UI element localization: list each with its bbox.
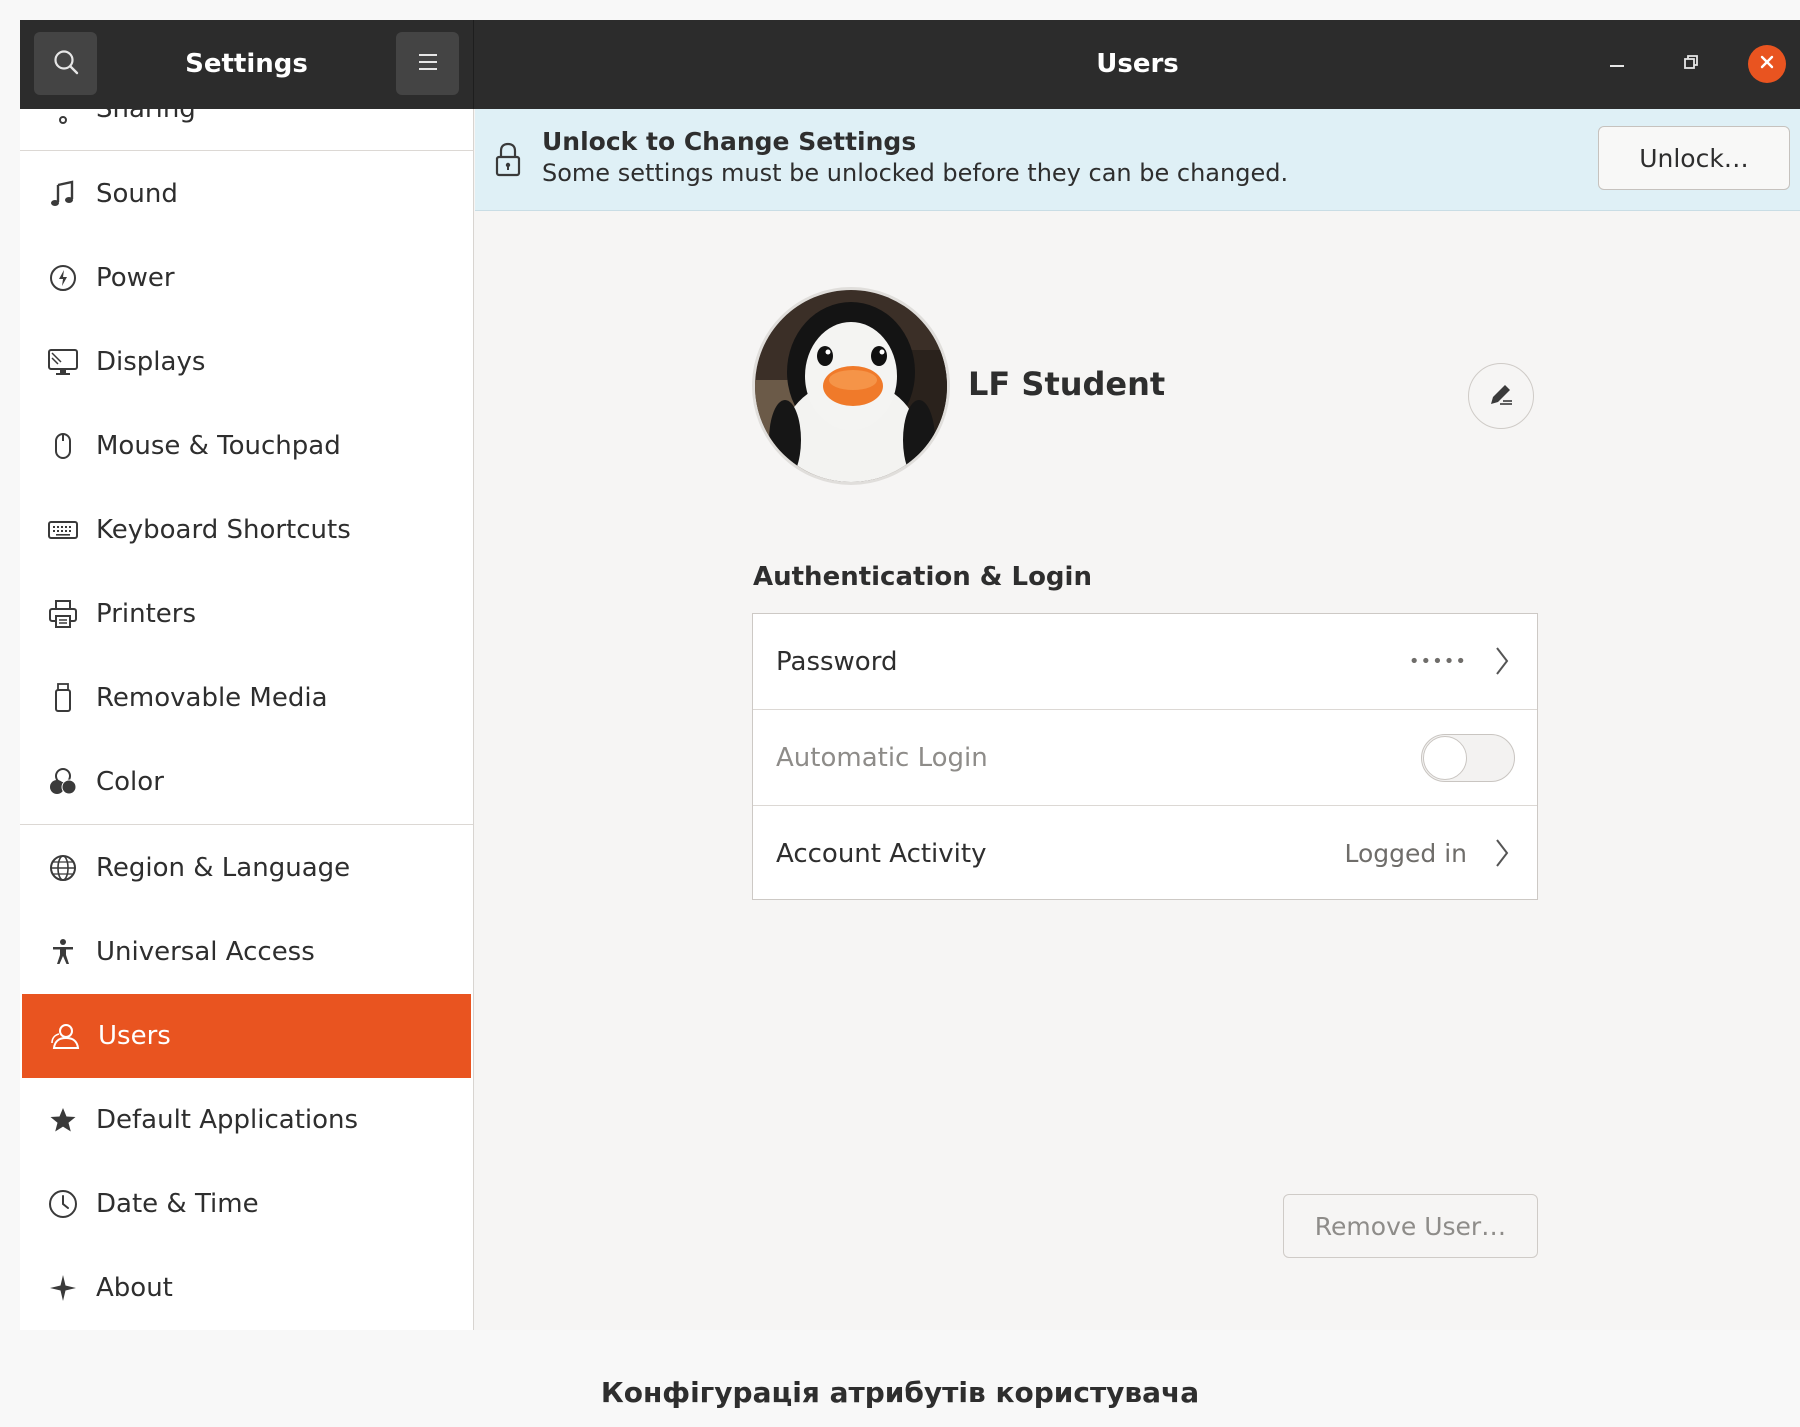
toggle-knob	[1423, 736, 1467, 780]
account-activity-row[interactable]: Account Activity Logged in	[753, 806, 1537, 901]
edit-name-button[interactable]	[1468, 363, 1534, 429]
sidebar-item-label: Displays	[96, 347, 206, 377]
usb-drive-icon	[42, 677, 84, 719]
infobar-title: Unlock to Change Settings	[542, 127, 917, 156]
sidebar-item-date-time[interactable]: Date & Time	[20, 1162, 473, 1246]
auth-section-heading: Authentication & Login	[753, 562, 1092, 592]
sidebar-item-label: About	[96, 1273, 173, 1303]
sidebar-item-label: Power	[96, 263, 175, 293]
power-icon	[42, 257, 84, 299]
pencil-icon	[1486, 379, 1516, 413]
sparkle-icon	[42, 1267, 84, 1309]
display-icon	[42, 341, 84, 383]
chevron-right-icon	[1493, 644, 1511, 678]
search-icon	[52, 48, 80, 80]
sidebar: Sharing Sound Power Displays Mouse & Tou…	[20, 109, 474, 1330]
sidebar-header: Settings	[20, 20, 474, 109]
restore-icon	[1681, 52, 1701, 76]
sidebar-item-label: Color	[96, 767, 164, 797]
share-icon	[42, 109, 84, 130]
sidebar-item-label: Mouse & Touchpad	[96, 431, 341, 461]
penguin-avatar-icon	[755, 290, 947, 482]
sidebar-title: Settings	[185, 49, 308, 79]
sidebar-item-printers[interactable]: Printers	[20, 572, 473, 656]
sidebar-item-mouse-touchpad[interactable]: Mouse & Touchpad	[20, 404, 473, 488]
sidebar-divider	[20, 150, 473, 151]
password-label: Password	[776, 646, 898, 677]
sidebar-item-label: Printers	[96, 599, 197, 629]
sidebar-item-sharing[interactable]: Sharing	[20, 109, 473, 151]
search-button[interactable]	[34, 32, 97, 95]
sidebar-item-about[interactable]: About	[20, 1246, 473, 1330]
infobar-subtitle: Some settings must be unlocked before th…	[542, 159, 1289, 187]
sidebar-item-label: Default Applications	[96, 1105, 359, 1135]
sidebar-item-keyboard-shortcuts[interactable]: Keyboard Shortcuts	[20, 488, 473, 572]
remove-user-button[interactable]: Remove User…	[1283, 1194, 1538, 1258]
sidebar-item-users[interactable]: Users	[22, 994, 471, 1078]
keyboard-icon	[42, 509, 84, 551]
header-bar: Settings Users	[20, 20, 1800, 109]
lock-icon	[493, 141, 523, 179]
figure-caption: Конфігурація атрибутів користувача	[600, 1376, 1200, 1409]
avatar[interactable]	[752, 287, 950, 485]
mouse-icon	[42, 425, 84, 467]
automatic-login-row: Automatic Login	[753, 710, 1537, 805]
printer-icon	[42, 593, 84, 635]
sidebar-item-color[interactable]: Color	[20, 740, 473, 824]
sidebar-item-universal-access[interactable]: Universal Access	[20, 910, 473, 994]
sidebar-item-power[interactable]: Power	[20, 236, 473, 320]
user-name: LF Student	[968, 365, 1166, 403]
minimize-icon	[1607, 52, 1627, 76]
hamburger-icon	[416, 52, 440, 76]
sidebar-item-label: Universal Access	[96, 937, 315, 967]
unlock-infobar: Unlock to Change Settings Some settings …	[475, 109, 1800, 211]
sidebar-item-label: Sharing	[96, 109, 196, 124]
sidebar-item-label: Region & Language	[96, 853, 351, 883]
automatic-login-label: Automatic Login	[776, 742, 988, 773]
sidebar-item-label: Sound	[96, 179, 178, 209]
sidebar-item-region-language[interactable]: Region & Language	[20, 826, 473, 910]
user-icon	[44, 1015, 86, 1057]
sidebar-item-removable-media[interactable]: Removable Media	[20, 656, 473, 740]
sidebar-item-sound[interactable]: Sound	[20, 152, 473, 236]
chevron-right-icon	[1493, 836, 1511, 870]
password-row[interactable]: Password •••••	[753, 614, 1537, 709]
music-note-icon	[42, 173, 84, 215]
settings-window: Settings Users Sharing Sound Power Displ…	[20, 20, 1800, 1330]
minimize-button[interactable]	[1598, 45, 1636, 83]
sidebar-divider	[20, 824, 473, 825]
auth-list: Password ••••• Automatic Login Account A…	[752, 613, 1538, 900]
sidebar-item-default-applications[interactable]: Default Applications	[20, 1078, 473, 1162]
unlock-button[interactable]: Unlock…	[1598, 126, 1790, 190]
clock-icon	[42, 1183, 84, 1225]
password-value: •••••	[1408, 651, 1467, 672]
automatic-login-toggle[interactable]	[1421, 734, 1515, 782]
close-icon	[1757, 52, 1777, 76]
sidebar-item-label: Removable Media	[96, 683, 328, 713]
account-activity-label: Account Activity	[776, 838, 987, 869]
globe-icon	[42, 847, 84, 889]
sidebar-item-displays[interactable]: Displays	[20, 320, 473, 404]
sidebar-item-label: Date & Time	[96, 1189, 259, 1219]
sidebar-item-label: Keyboard Shortcuts	[96, 515, 351, 545]
color-icon	[42, 761, 84, 803]
sidebar-item-label: Users	[98, 1021, 171, 1051]
menu-button[interactable]	[396, 32, 459, 95]
account-activity-value: Logged in	[1344, 839, 1467, 868]
star-icon	[42, 1099, 84, 1141]
accessibility-icon	[42, 931, 84, 973]
close-button[interactable]	[1748, 45, 1786, 83]
restore-button[interactable]	[1672, 45, 1710, 83]
